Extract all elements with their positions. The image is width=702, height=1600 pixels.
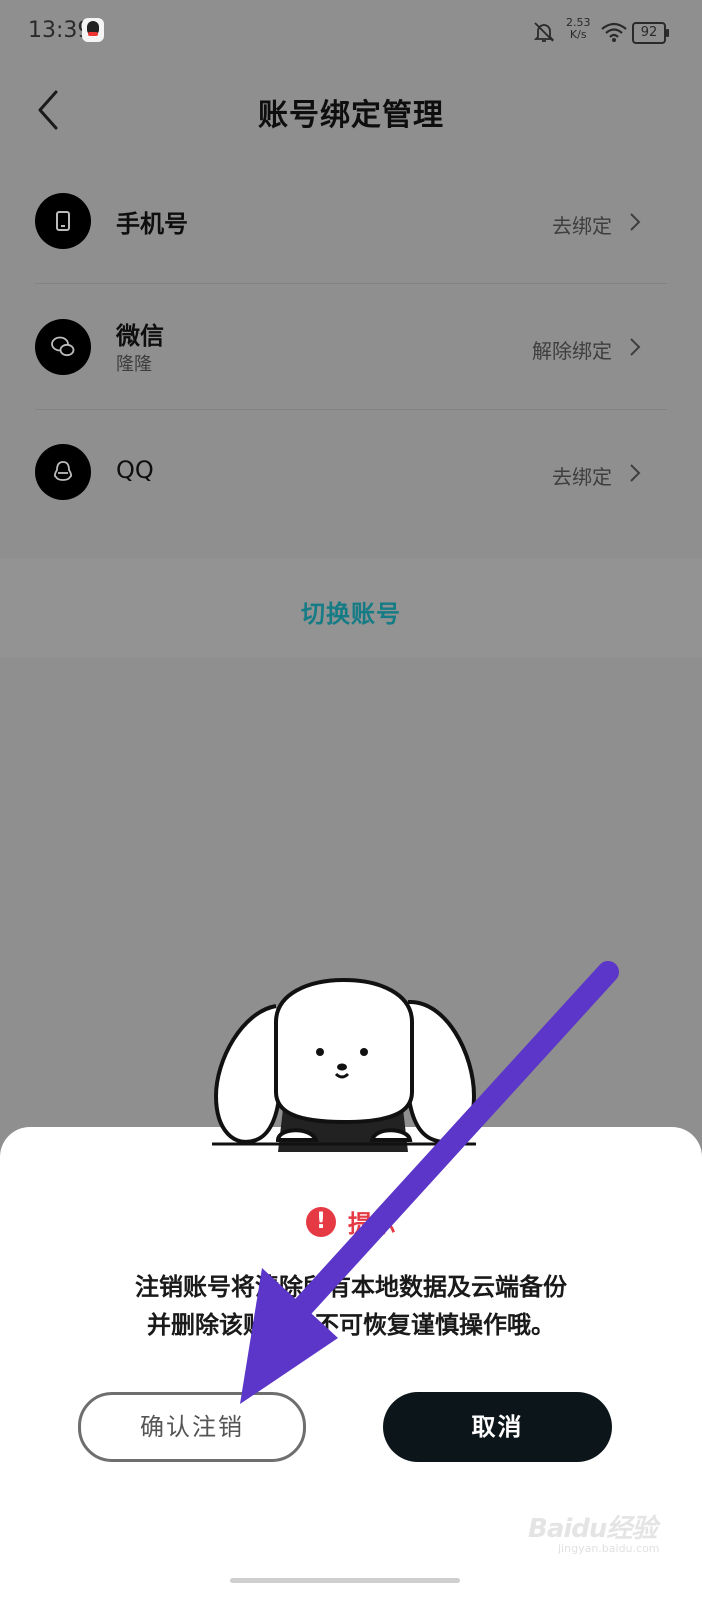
account-name: 微信 [116,322,164,350]
account-name: 手机号 [116,210,188,238]
chevron-right-icon [630,213,641,231]
dialog-tip-heading: ! 提示 [0,1204,702,1239]
bunny-illustration [212,977,476,1152]
account-row-phone[interactable]: 手机号 去绑定 [0,158,702,284]
account-row-wechat[interactable]: 微信 隆隆 解除绑定 [0,284,702,410]
network-speed: 2.53 K/s [566,17,591,41]
wifi-icon [601,22,627,42]
message-line-1: 注销账号将清除所有本地数据及云端备份 [135,1273,567,1301]
bell-off-icon [533,22,555,42]
speed-unit: K/s [569,28,587,41]
wechat-icon [35,319,91,375]
bind-action[interactable]: 去绑定 [552,210,612,239]
exclamation-icon: ! [306,1206,336,1237]
page-title: 账号绑定管理 [258,98,444,133]
qq-notification-icon [82,18,104,42]
phone-icon [35,193,91,249]
account-name: QQ [116,456,154,484]
switch-account-button[interactable]: 切换账号 [0,594,702,629]
qq-icon [35,444,91,500]
confirm-cancel-account-button[interactable]: 确认注销 [78,1392,306,1462]
cancel-button[interactable]: 取消 [383,1392,612,1462]
status-bar: 13:39 2.53 K/s 92 [0,0,702,64]
unbind-action[interactable]: 解除绑定 [532,335,612,364]
account-nickname: 隆隆 [116,354,152,375]
baidu-watermark: Baidu经验 jingyan.baidu.com [528,1498,688,1558]
chevron-right-icon [630,338,641,356]
watermark-logo: Baidu经验 [528,1514,657,1544]
chevron-right-icon [630,464,641,482]
battery-indicator: 92 [632,22,669,44]
message-line-2: 并删除该账号，不可恢复谨慎操作哦。 [147,1311,555,1339]
tip-title: 提示 [348,1210,396,1238]
bind-action[interactable]: 去绑定 [552,461,612,490]
dialog-message: 注销账号将清除所有本地数据及云端备份 并删除该账号，不可恢复谨慎操作哦。 [60,1268,642,1344]
home-indicator[interactable] [230,1578,460,1583]
watermark-url: jingyan.baidu.com [558,1542,660,1555]
account-row-qq[interactable]: QQ 去绑定 [0,410,702,536]
